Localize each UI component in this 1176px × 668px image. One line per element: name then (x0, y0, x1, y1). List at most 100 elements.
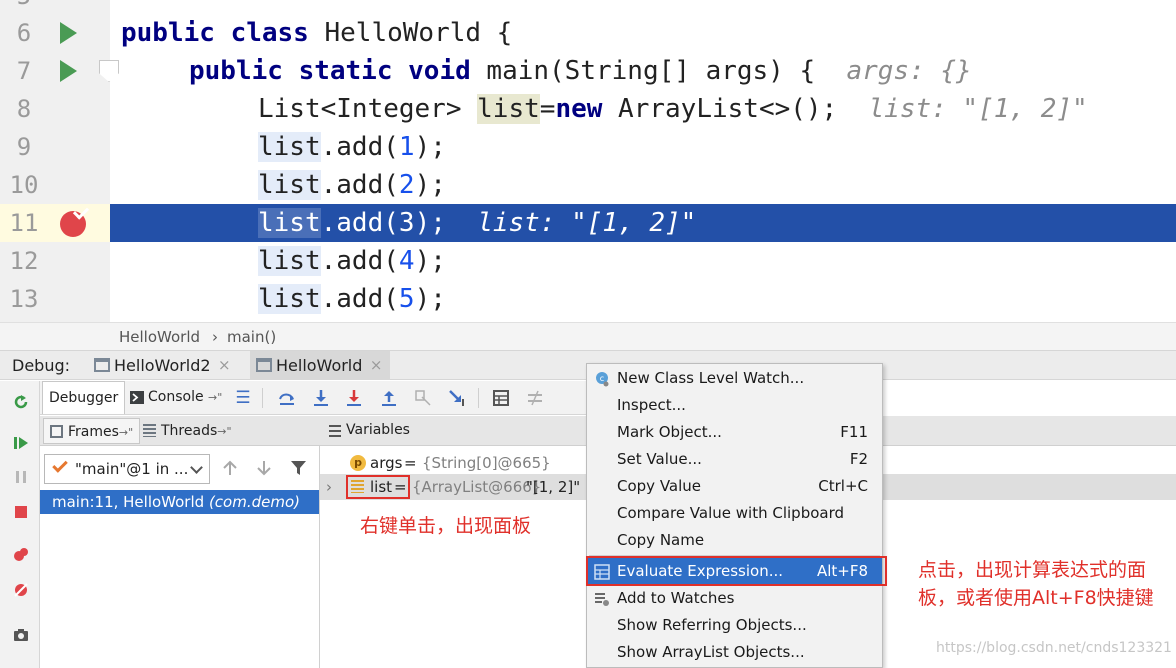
breadcrumb-separator: › (212, 328, 218, 346)
tab-helloworld[interactable]: HelloWorld × (250, 351, 391, 380)
code-text: ); (414, 132, 446, 162)
step-out-icon[interactable] (380, 389, 398, 407)
run-icon[interactable] (60, 60, 77, 82)
line-number: 11 (9, 209, 39, 237)
filter-icon[interactable] (290, 460, 307, 476)
step-over-icon[interactable] (278, 389, 296, 407)
tab-debugger[interactable]: Debugger (42, 381, 126, 414)
stop-icon[interactable] (13, 504, 29, 520)
breadcrumb-method[interactable]: main() (227, 323, 276, 351)
code-text: .add( (320, 208, 399, 238)
gutter-line: 13 (0, 280, 110, 318)
line-number: 9 (16, 133, 32, 161)
camera-icon[interactable] (13, 627, 29, 643)
menu-item-compare-value[interactable]: Compare Value with Clipboard (587, 500, 882, 527)
menu-item-inspect[interactable]: Inspect... (587, 392, 882, 419)
frames-icon (50, 425, 63, 438)
code-line-8[interactable]: List<Integer> list=new ArrayList<>(); li… (110, 90, 1176, 128)
code-editor[interactable]: 5 6 7 8 9 10 11 12 13 public class Hello… (0, 0, 1176, 322)
menu-item-new-class-level-watch[interactable]: c New Class Level Watch... (587, 365, 882, 392)
tab-label: Debugger (49, 390, 119, 406)
gutter-line: 8 (0, 90, 110, 128)
gutter-line: 5 (0, 0, 110, 15)
tab-console[interactable]: Console →" (124, 381, 228, 414)
debug-side-toolbar (0, 381, 40, 668)
menu-icon[interactable]: ☰ (234, 389, 252, 407)
variable-ref: list (258, 132, 321, 162)
window-icon (256, 358, 272, 372)
frame-label: main:11, HelloWorld (52, 493, 209, 511)
step-into-icon[interactable] (312, 389, 330, 407)
frame-row-selected[interactable]: main:11, HelloWorld (com.demo) (40, 490, 319, 514)
debug-label: Debug: (12, 356, 71, 375)
menu-item-add-to-watches[interactable]: Add to Watches (587, 585, 882, 612)
menu-item-mark-object[interactable]: Mark Object... F11 (587, 419, 882, 446)
keyword: new (555, 94, 603, 124)
close-icon[interactable]: × (218, 351, 231, 380)
watch-icon: c (596, 372, 609, 387)
menu-item-label: Copy Name (617, 531, 705, 549)
svg-text:c: c (600, 374, 604, 383)
variables-title: Variables (346, 422, 410, 438)
chevron-right-icon[interactable]: › (326, 474, 332, 500)
code-line-6[interactable]: public class HelloWorld { (110, 14, 1176, 52)
check-icon (52, 457, 68, 473)
tab-label: Threads (161, 423, 218, 439)
variable-name: args (370, 454, 403, 472)
pause-icon[interactable] (13, 469, 29, 485)
gutter-line-current: 11 (0, 203, 110, 242)
code-line-10[interactable]: list.add(2); (110, 166, 1176, 204)
tab-threads[interactable]: Threads→" (137, 418, 238, 444)
keyword: public class (121, 18, 309, 48)
close-icon[interactable]: × (370, 351, 383, 380)
thread-selector[interactable]: "main"@1 in ... (44, 454, 210, 484)
code-line-12[interactable]: list.add(4); (110, 242, 1176, 280)
gutter-line: 12 (0, 242, 110, 280)
view-breakpoints-icon[interactable] (13, 547, 29, 563)
number-literal: 1 (398, 132, 415, 162)
force-step-into-icon[interactable] (345, 389, 363, 407)
evaluate-expression-icon[interactable] (492, 389, 510, 407)
menu-item-shortcut: F2 (849, 450, 868, 468)
arrow-down-icon[interactable] (256, 460, 272, 476)
annotation-evaluate-1: 点击，出现计算表达式的面 (918, 559, 1147, 581)
menu-item-label: Copy Value (617, 477, 702, 495)
trace-icon[interactable] (526, 389, 544, 407)
tab-label: Console (148, 389, 204, 405)
resume-icon[interactable] (13, 435, 29, 451)
mute-breakpoints-icon[interactable] (13, 582, 29, 598)
menu-item-copy-name[interactable]: Copy Name (587, 527, 882, 554)
menu-item-show-referring-objects[interactable]: Show Referring Objects... (587, 612, 882, 639)
menu-item-label: Compare Value with Clipboard (617, 504, 845, 522)
menu-item-copy-value[interactable]: Copy Value Ctrl+C (587, 473, 882, 500)
chevron-down-icon (190, 461, 203, 474)
code-line-9[interactable]: list.add(1); (110, 128, 1176, 166)
tab-frames[interactable]: Frames→" (43, 418, 141, 444)
code-text: .add( (320, 132, 399, 162)
pin-icon[interactable]: →" (119, 426, 133, 439)
code-line-13[interactable]: list.add(5); (110, 280, 1176, 318)
gutter-line: 9 (0, 128, 110, 166)
run-to-cursor-icon[interactable] (448, 389, 466, 407)
menu-item-show-arraylist-objects[interactable]: Show ArrayList Objects... (587, 639, 882, 666)
code-line-7[interactable]: public static void main(String[] args) {… (110, 52, 1176, 90)
menu-item-label: Add to Watches (617, 589, 735, 607)
pin-icon[interactable]: →" (217, 425, 231, 438)
breadcrumb-class[interactable]: HelloWorld (119, 323, 200, 351)
arrow-up-icon[interactable] (222, 460, 238, 476)
context-menu: c New Class Level Watch... Inspect... Ma… (586, 363, 883, 668)
tab-helloworld2[interactable]: HelloWorld2 × (88, 351, 239, 380)
variable-ref: list (258, 246, 321, 276)
drop-frame-icon[interactable] (414, 389, 432, 407)
menu-item-set-value[interactable]: Set Value... F2 (587, 446, 882, 473)
run-icon[interactable] (60, 22, 77, 44)
pin-icon[interactable]: →" (208, 391, 222, 404)
number-literal: 5 (398, 284, 415, 314)
editor-gutter: 5 6 7 8 9 10 11 12 13 (0, 0, 119, 322)
rerun-icon[interactable] (13, 394, 29, 410)
execution-point-line[interactable]: list.add(3); list: "[1, 2]" (110, 204, 1176, 242)
code-text: List<Integer> (258, 94, 478, 124)
number-literal: 4 (398, 246, 415, 276)
menu-item-label: Set Value... (617, 450, 702, 468)
gutter-line: 10 (0, 166, 110, 204)
